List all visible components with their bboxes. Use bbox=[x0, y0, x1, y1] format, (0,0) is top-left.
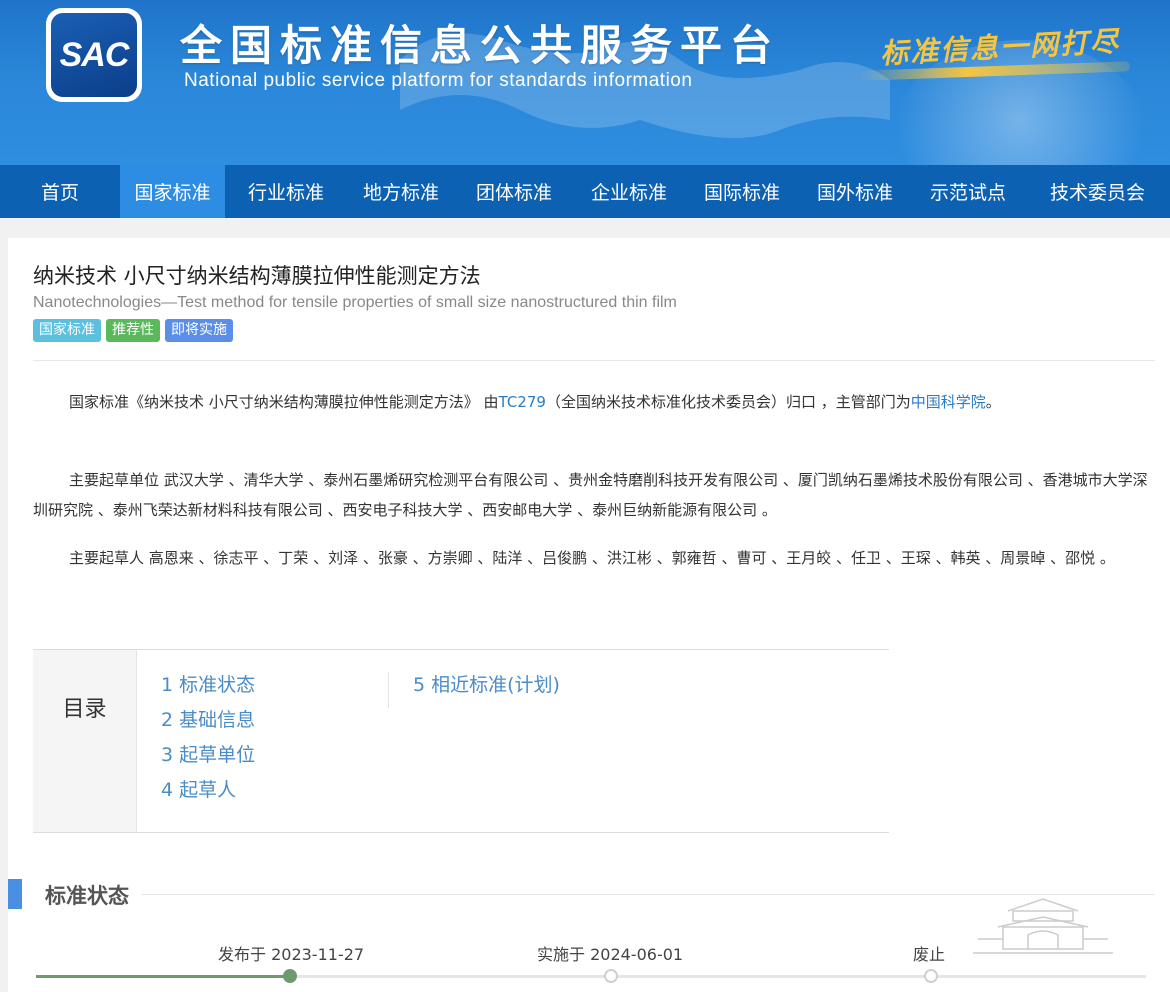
tag-recommended: 推荐性 bbox=[106, 319, 160, 342]
nav-item-enterprise-standard[interactable]: 企业标准 bbox=[573, 165, 685, 218]
description-drafters: 主要起草人 高恩来 、徐志平 、丁荣 、刘泽 、张豪 、方崇卿 、陆洋 、吕俊鹏… bbox=[69, 549, 1115, 567]
toc-link-similar-standards[interactable]: 5 相近标准(计划) bbox=[413, 672, 560, 707]
nav-item-demo-pilot[interactable]: 示范试点 bbox=[911, 165, 1025, 218]
site-subtitle: National public service platform for sta… bbox=[184, 70, 693, 91]
section-accent-bar bbox=[8, 879, 22, 909]
table-of-contents: 目录 1 标准状态 2 基础信息 3 起草单位 4 起草人 5 相近标准(计划) bbox=[33, 649, 889, 833]
nav-item-tech-committee[interactable]: 技术委员会 bbox=[1025, 165, 1170, 218]
tc-link[interactable]: TC279 bbox=[499, 393, 546, 411]
toc-link-status[interactable]: 1 标准状态 bbox=[161, 672, 255, 707]
standard-detail-card: 纳米技术 小尺寸纳米结构薄膜拉伸性能测定方法 Nanotechnologies—… bbox=[8, 238, 1170, 992]
toc-column-1: 1 标准状态 2 基础信息 3 起草单位 4 起草人 bbox=[161, 672, 255, 812]
toc-link-drafters[interactable]: 4 起草人 bbox=[161, 777, 255, 812]
timeline-label-abolished: 废止 bbox=[913, 945, 946, 964]
timeline-label-published: 发布于 2023-11-27 bbox=[218, 945, 365, 964]
desc-text: （全国纳米技术标准化技术委员会）归口 ，主管部门为 bbox=[545, 393, 911, 411]
department-link[interactable]: 中国科学院 bbox=[911, 393, 986, 411]
nav-item-international-standard[interactable]: 国际标准 bbox=[685, 165, 799, 218]
nav-item-local-standard[interactable]: 地方标准 bbox=[347, 165, 455, 218]
header-banner: SAC 全国标准信息公共服务平台 National public service… bbox=[0, 0, 1170, 165]
timeline-dot-abolished bbox=[924, 969, 938, 983]
nav-item-industry-standard[interactable]: 行业标准 bbox=[225, 165, 347, 218]
sac-logo[interactable]: SAC bbox=[46, 8, 142, 102]
nav-item-foreign-standard[interactable]: 国外标准 bbox=[799, 165, 911, 218]
description-governance: 国家标准《纳米技术 小尺寸纳米结构薄膜拉伸性能测定方法》 由TC279（全国纳米… bbox=[33, 387, 1151, 417]
standard-title-cn: 纳米技术 小尺寸纳米结构薄膜拉伸性能测定方法 bbox=[33, 264, 481, 288]
tag-upcoming: 即将实施 bbox=[165, 319, 233, 342]
title-divider bbox=[33, 360, 1155, 361]
site-title: 全国标准信息公共服务平台 bbox=[180, 21, 781, 70]
desc-text: 国家标准《纳米技术 小尺寸纳米结构薄膜拉伸性能测定方法》 由 bbox=[69, 393, 499, 411]
timeline-progress bbox=[36, 975, 291, 978]
logo-text: SAC bbox=[51, 13, 137, 97]
toc-label: 目录 bbox=[33, 650, 137, 832]
standard-title-en: Nanotechnologies—Test method for tensile… bbox=[33, 294, 677, 311]
toc-link-drafting-units[interactable]: 3 起草单位 bbox=[161, 742, 255, 777]
main-nav: 首页 国家标准 行业标准 地方标准 团体标准 企业标准 国际标准 国外标准 示范… bbox=[0, 165, 1170, 218]
nav-item-national-standard[interactable]: 国家标准 bbox=[120, 165, 225, 218]
section-title-status: 标准状态 bbox=[45, 880, 141, 910]
timeline-label-implemented: 实施于 2024-06-01 bbox=[537, 945, 684, 964]
toc-column-2: 5 相近标准(计划) bbox=[388, 672, 560, 708]
desc-text: 。 bbox=[985, 393, 1001, 411]
toc-link-basic-info[interactable]: 2 基础信息 bbox=[161, 707, 255, 742]
tag-national-standard: 国家标准 bbox=[33, 319, 101, 342]
timeline-dot-published bbox=[283, 969, 297, 983]
nav-item-group-standard[interactable]: 团体标准 bbox=[455, 165, 573, 218]
nav-item-home[interactable]: 首页 bbox=[0, 165, 120, 218]
description-drafting-units: 主要起草单位 武汉大学 、清华大学 、泰州石墨烯研究检测平台有限公司 、贵州金特… bbox=[33, 471, 1148, 519]
timeline-dot-implemented bbox=[604, 969, 618, 983]
standard-tags: 国家标准 推荐性 即将实施 bbox=[33, 319, 233, 342]
building-watermark-icon bbox=[973, 898, 1113, 954]
